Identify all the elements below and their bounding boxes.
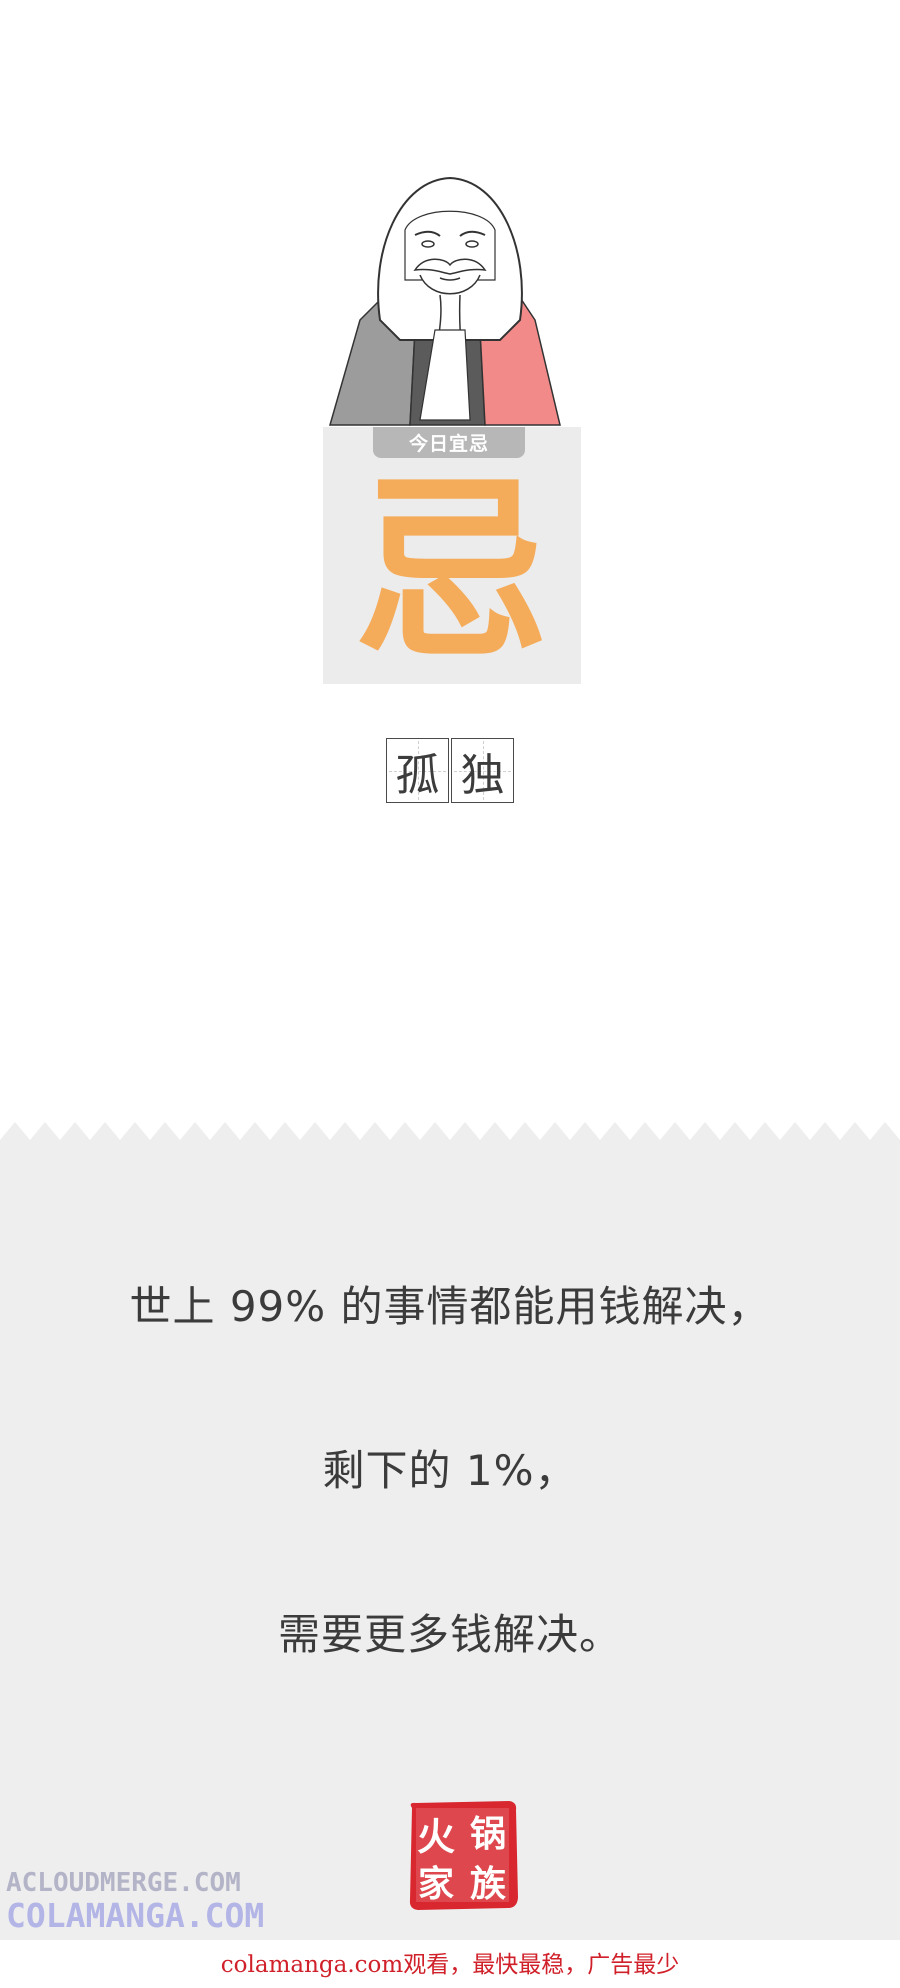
quote-line-1: 世上 99% 的事情都能用钱解决， xyxy=(129,1282,771,1331)
footer-notice: colamanga.com观看，最快最稳，广告最少 xyxy=(0,1942,900,1988)
fortune-character: 忌 xyxy=(353,458,550,686)
keyword-grid: 孤 独 xyxy=(386,738,516,803)
card-tag: 今日宜忌 xyxy=(373,427,525,458)
quote-line-3: 需要更多钱解决。 xyxy=(277,1610,622,1659)
quote-line-2: 剩下的 1%， xyxy=(322,1446,578,1495)
keyword-char: 孤 xyxy=(395,749,440,801)
keyword-char: 独 xyxy=(460,749,505,801)
svg-text:家: 家 xyxy=(418,1863,454,1905)
keyword-cell: 独 xyxy=(451,738,514,803)
svg-text:火: 火 xyxy=(417,1814,455,1859)
svg-text:族: 族 xyxy=(470,1863,506,1905)
svg-text:锅: 锅 xyxy=(470,1813,506,1855)
watermark-acloudmerge: ACLOUDMERGE.COM xyxy=(6,1868,241,1898)
watermark-colamanga: COLAMANGA.COM xyxy=(6,1896,265,1935)
sage-illustration xyxy=(329,176,561,426)
seal-stamp-logo: 火 锅 家 族 xyxy=(409,1801,518,1910)
keyword-cell: 孤 xyxy=(386,738,449,803)
